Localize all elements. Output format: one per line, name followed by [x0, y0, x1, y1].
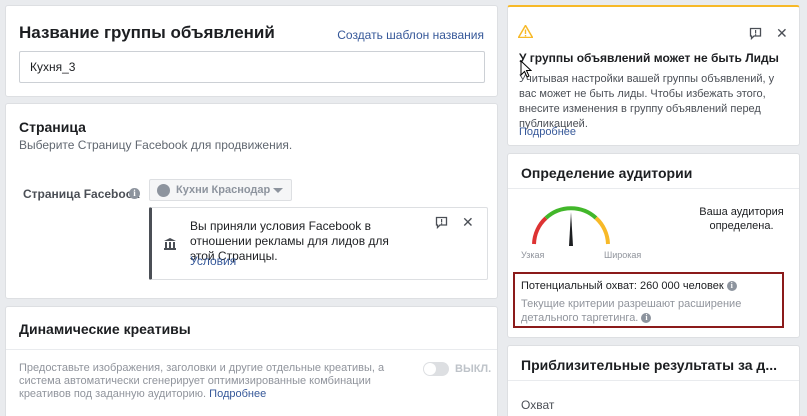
criteria-note-text: Текущие критерии разрешают расширение де… [521, 298, 742, 324]
facebook-page-select[interactable]: Кухни Краснодар [149, 179, 292, 201]
facebook-page-label: Страница Facebook [23, 187, 140, 201]
estimated-results-card: Приблизительные результаты за д... Охват [507, 345, 800, 416]
potential-reach-box: Потенциальный охват: 260 000 человек i Т… [513, 272, 784, 328]
create-template-link[interactable]: Создать шаблон названия [337, 28, 484, 42]
warning-text: Учитывая настройки вашей группы объявлен… [519, 73, 775, 130]
close-icon[interactable]: ✕ [776, 26, 788, 40]
mouse-cursor-icon [520, 60, 532, 78]
potential-reach-text: Потенциальный охват: 260 000 человек i [521, 280, 737, 292]
divider [6, 349, 497, 350]
selected-page-name: Кухни Краснодар [176, 184, 271, 196]
bank-icon [164, 238, 176, 250]
audience-status: Ваша аудитория определена. [699, 206, 784, 232]
toggle-state-label: ВЫКЛ. [455, 363, 492, 375]
info-icon[interactable]: i [641, 313, 652, 324]
divider [508, 188, 799, 189]
feedback-icon[interactable] [435, 216, 448, 229]
info-icon[interactable]: i [726, 281, 737, 292]
warning-card: ✕ У группы объявлений может не быть Лиды… [507, 5, 800, 146]
warning-learn-more-link[interactable]: Подробнее [519, 126, 576, 138]
dynamic-creatives-title: Динамические креативы [19, 321, 191, 337]
page-section-subtitle: Выберите Страницу Facebook для продвижен… [19, 138, 293, 152]
audience-title: Определение аудитории [521, 165, 693, 181]
ad-group-name-title: Название группы объявлений [19, 23, 275, 42]
feedback-icon[interactable] [749, 27, 762, 40]
page-section-title: Страница [19, 119, 86, 135]
gauge-wide-label: Широкая [604, 250, 642, 260]
gauge-needle [569, 212, 573, 246]
page-avatar [157, 184, 170, 197]
lead-terms-notice: Вы приняли условия Facebook в отношении … [149, 207, 488, 280]
reach-label: Охват [521, 398, 555, 412]
dynamic-learn-more-link[interactable]: Подробнее [209, 388, 266, 400]
dynamic-creatives-description-text: Предоставьте изображения, заголовки и др… [19, 362, 385, 400]
dynamic-creatives-toggle[interactable] [423, 362, 449, 376]
dynamic-creatives-card: Динамические креативы Предоставьте изобр… [5, 306, 498, 416]
gauge-narrow-label: Узкая [521, 250, 545, 260]
warning-title: У группы объявлений может не быть Лиды [519, 51, 779, 65]
estimates-title: Приблизительные результаты за д... [521, 357, 777, 373]
close-icon[interactable]: ✕ [462, 215, 474, 229]
ad-group-name-input[interactable]: Кухня_3 [19, 51, 485, 83]
chevron-down-icon [273, 188, 283, 193]
potential-reach-value: Потенциальный охват: 260 000 человек [521, 280, 724, 292]
divider [508, 380, 799, 381]
info-icon[interactable]: i [129, 188, 140, 199]
audience-definition-card: Определение аудитории Узкая Широкая Ваша… [507, 153, 800, 338]
dynamic-creatives-description: Предоставьте изображения, заголовки и др… [19, 362, 409, 401]
warning-triangle-icon [518, 25, 533, 38]
page-card: Страница Выберите Страницу Facebook для … [5, 103, 498, 299]
audience-gauge [532, 206, 610, 246]
criteria-note: Текущие критерии разрешают расширение де… [521, 297, 781, 325]
ad-group-name-card: Название группы объявлений Создать шабло… [5, 5, 498, 97]
terms-link[interactable]: Условия [190, 254, 236, 268]
